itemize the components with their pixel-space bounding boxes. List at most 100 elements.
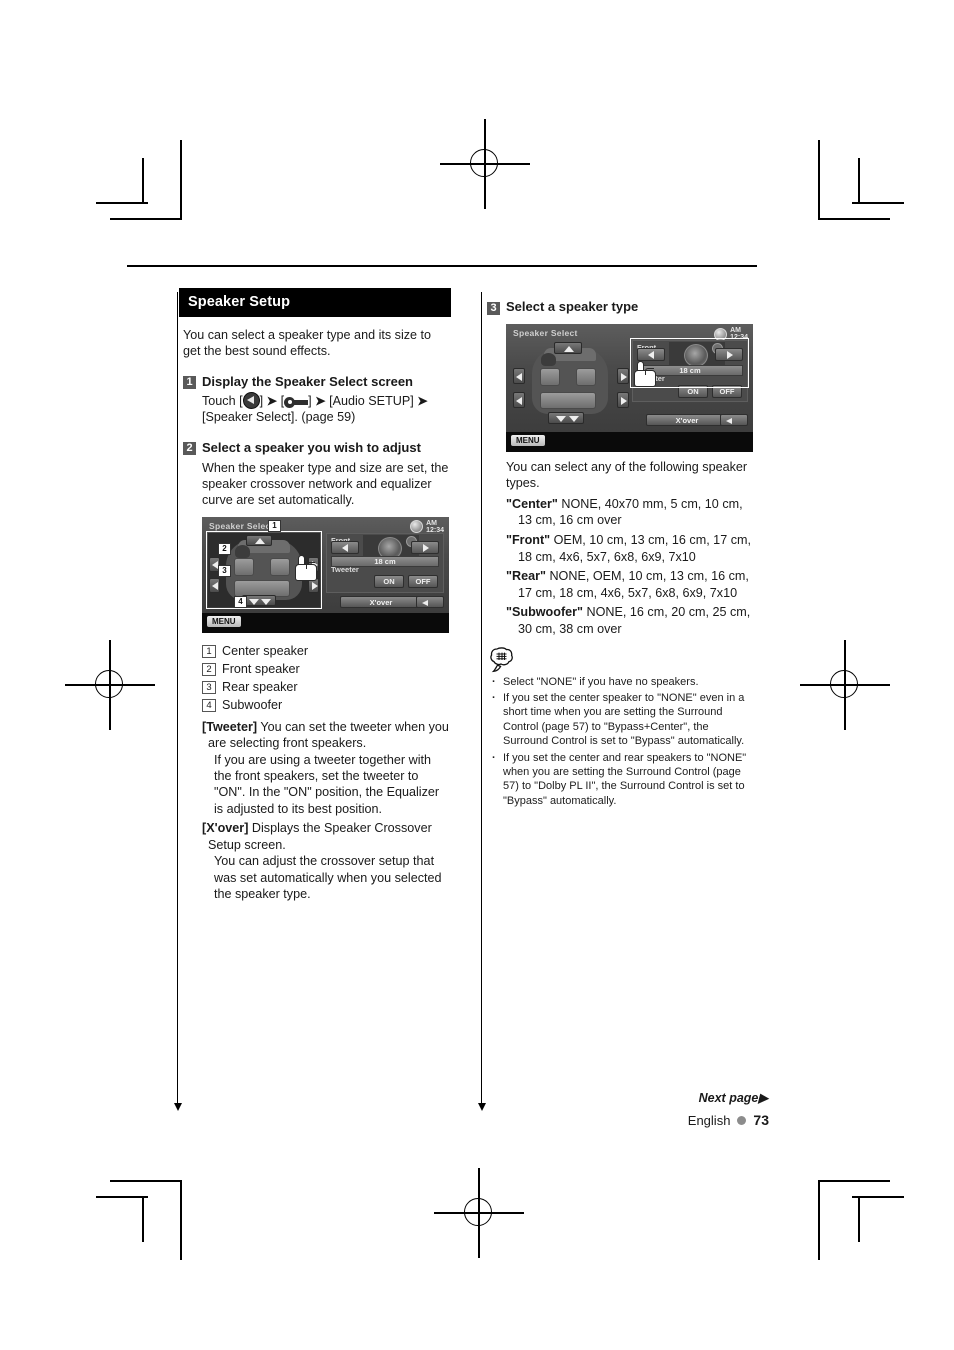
footer-dot-icon — [737, 1115, 747, 1125]
section-title-speaker-setup: Speaker Setup — [179, 288, 451, 317]
rear-speaker-left-button-2[interactable] — [513, 392, 525, 408]
spec-values-rear: NONE, OEM, 10 cm, 13 cm, 16 cm, 17 cm, 1… — [518, 569, 749, 600]
subwoofer-down-button-2[interactable] — [548, 412, 584, 424]
clock-ampm-2: AM — [730, 327, 741, 334]
section-intro: You can select a speaker type and its si… — [183, 328, 432, 359]
front-right-seat-icon-2 — [576, 368, 596, 386]
device-statusbar-2: AM 12:34 — [714, 327, 748, 341]
front-speaker-left-button-2[interactable] — [513, 368, 525, 384]
globe-icon-2 — [714, 327, 728, 341]
speaker-select-label: [Speaker Select]. (page 59) — [202, 410, 356, 425]
tweeter-off-button-2[interactable]: OFF — [712, 385, 742, 398]
menu-button-2[interactable]: MENU — [511, 435, 545, 446]
front-right-seat-icon — [270, 557, 290, 576]
device-statusbar: AM 12:34 — [410, 520, 444, 534]
page-footer: English 73 — [688, 1112, 769, 1128]
device-screen-title: Speaker Select — [209, 520, 274, 531]
definition-xover: [X'over] Displays the Speaker Crossover … — [202, 820, 451, 853]
audio-setup-label: [Audio SETUP] — [329, 393, 414, 408]
speaker-cone-icon-2 — [684, 344, 708, 367]
legend-item-2: 2 Front speaker — [202, 660, 451, 678]
return-button-2[interactable] — [720, 414, 748, 426]
spec-term-center: "Center" — [506, 496, 558, 511]
spec-front: "Front" OEM, 10 cm, 13 cm, 16 cm, 17 cm,… — [506, 532, 755, 565]
header-rule — [127, 265, 757, 267]
note-bubble-svg — [490, 646, 513, 672]
car-illustration — [222, 538, 306, 602]
tweeter-off-button[interactable]: OFF — [408, 574, 438, 588]
step-arrow-2: ➤ — [315, 393, 326, 408]
step-1-body: Touch [] ➤ [] ➤ [Audio SETUP] ➤ [Speaker… — [202, 391, 451, 426]
spec-term-subwoofer: "Subwoofer" — [506, 605, 584, 620]
definition-term-tweeter: [Tweeter] — [202, 719, 258, 734]
device-bottom-bar: MENU — [202, 612, 449, 633]
device-screen-2: Speaker Select AM 12:34 18 cm ON OFF X'o… — [506, 324, 753, 432]
step-2-number: 2 — [183, 442, 196, 456]
return-button[interactable] — [416, 595, 444, 608]
speaker-legend-list: 1 Center speaker 2 Front speaker 3 Rear … — [202, 642, 451, 714]
pointing-hand-cursor-2 — [634, 361, 656, 387]
step-1: 1 Display the Speaker Select screen — [183, 374, 451, 390]
step-3: 3 Select a speaker type — [487, 299, 755, 315]
xover-button-2[interactable]: X'over — [646, 414, 728, 426]
step-2-body: When the speaker type and size are set, … — [202, 460, 449, 508]
marker-4-subwoofer: 4 — [234, 595, 247, 608]
globe-icon — [410, 520, 424, 534]
rear-seat-icon-2 — [540, 392, 596, 409]
spec-rear: "Rear" NONE, OEM, 10 cm, 13 cm, 16 cm, 1… — [506, 568, 755, 601]
tweeter-panel-label: Tweeter — [331, 564, 359, 574]
center-speaker-up-button[interactable] — [246, 534, 272, 546]
step-arrow-1: ➤ — [266, 393, 278, 408]
xover-button[interactable]: X'over — [340, 595, 422, 608]
car-illustration-2 — [528, 346, 612, 418]
next-page-indicator: Next page▶ — [699, 1090, 768, 1105]
note-item-1: Select "NONE" if you have no speakers. — [492, 675, 755, 689]
rear-speaker-right-button-2[interactable] — [617, 392, 629, 408]
footer-language: English — [687, 1112, 731, 1128]
front-left-seat-icon — [234, 557, 254, 576]
tweeter-on-button-2[interactable]: ON — [678, 385, 708, 398]
setup-wrench-icon — [284, 396, 309, 409]
right-column-guide — [477, 292, 486, 1111]
legend-label-1: Center speaker — [222, 643, 309, 658]
steering-wheel-icon-2 — [541, 353, 556, 366]
step-arrow-3: ➤ — [417, 393, 428, 408]
device-clock-2: AM 12:34 — [730, 327, 748, 341]
legend-number-1: 1 — [202, 645, 216, 659]
speaker-size-next-button[interactable] — [411, 540, 439, 554]
tweeter-on-button[interactable]: ON — [374, 574, 404, 588]
legend-label-3: Rear speaker — [222, 679, 298, 694]
speaker-size-next-button-2[interactable] — [715, 348, 743, 361]
center-speaker-up-button-2[interactable] — [554, 342, 582, 354]
back-arrow-icon — [242, 391, 260, 409]
rear-speaker-left-button[interactable] — [209, 577, 220, 593]
clock-ampm: AM — [426, 519, 437, 527]
legend-item-4: 4 Subwoofer — [202, 696, 451, 714]
speaker-size-prev-button-2[interactable] — [637, 348, 665, 361]
menu-button[interactable]: MENU — [207, 615, 241, 627]
step-2-title: Select a speaker you wish to adjust — [202, 439, 421, 455]
next-page-arrow-icon: ▶ — [758, 1091, 768, 1105]
note-item-3: If you set the center and rear speakers … — [492, 751, 755, 809]
spec-subwoofer: "Subwoofer" NONE, 16 cm, 20 cm, 25 cm, 3… — [506, 604, 755, 637]
left-column-guide — [173, 292, 182, 1111]
pointing-hand-cursor — [295, 554, 317, 581]
touch-word: Touch — [202, 393, 236, 408]
right-column: 3 Select a speaker type Speaker Select A… — [487, 288, 755, 808]
speaker-settings-panel: Front 18 cm Tweeter ON OFF — [326, 532, 444, 593]
front-left-seat-icon-2 — [540, 368, 560, 386]
step-3-title: Select a speaker type — [506, 299, 639, 314]
device-clock: AM 12:34 — [426, 520, 444, 534]
device-screen-title-2: Speaker Select — [513, 328, 578, 338]
bracket-close-1: ] — [259, 393, 264, 408]
definition-tweeter: [Tweeter] You can set the tweeter when y… — [202, 719, 451, 752]
marker-2-front-speaker: 2 — [218, 542, 231, 555]
spec-center: "Center" NONE, 40x70 mm, 5 cm, 10 cm, 13… — [506, 496, 755, 529]
speaker-size-prev-button[interactable] — [331, 540, 359, 554]
car-seat-diagram-2 — [512, 340, 630, 426]
speaker-select-screenshot-2: Speaker Select AM 12:34 18 cm ON OFF X'o… — [506, 324, 753, 452]
step-1-title: Display the Speaker Select screen — [202, 373, 414, 389]
note-item-2: If you set the center speaker to "NONE" … — [492, 691, 755, 749]
subwoofer-down-button[interactable] — [242, 594, 276, 606]
front-speaker-right-button-2[interactable] — [617, 368, 629, 384]
